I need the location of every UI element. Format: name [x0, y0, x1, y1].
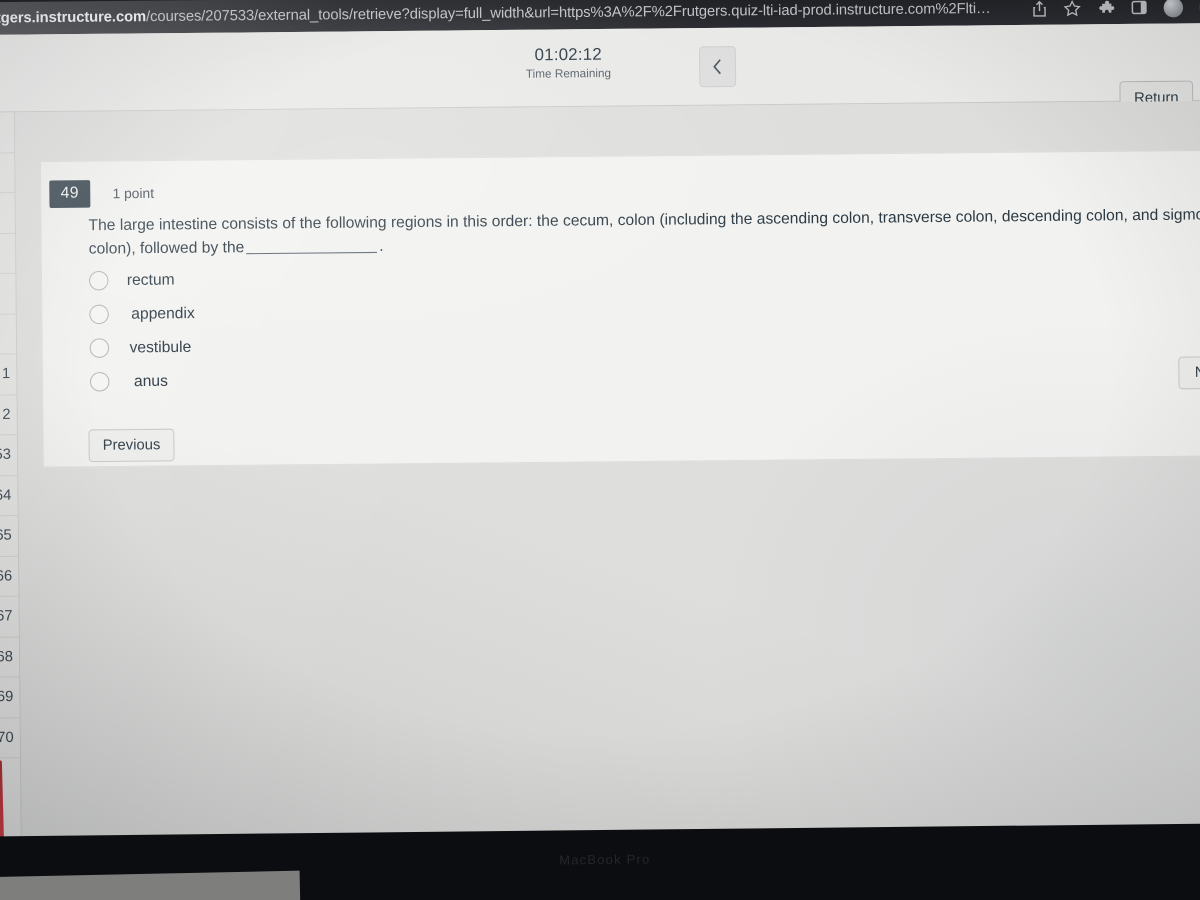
question-header: 49 1 point: [49, 179, 155, 209]
address-bar[interactable]: rutgers.instructure.com /courses/207533/…: [0, 0, 1032, 27]
sidebar-item-5[interactable]: [0, 314, 17, 356]
sidebar-item-11[interactable]: 66: [0, 556, 19, 598]
radio-button-icon[interactable]: [89, 338, 110, 358]
radio-button-icon[interactable]: [88, 270, 109, 291]
question-text-part-2: .: [379, 237, 384, 255]
question-text-part-1: The large intestine consists of the foll…: [88, 206, 1200, 258]
photo-of-laptop-screen: rutgers.instructure.com /courses/207533/…: [0, 0, 1200, 900]
fill-in-blank-line: [246, 251, 378, 254]
answer-option-anus[interactable]: anus: [89, 360, 601, 399]
sidebar-item-6[interactable]: 1: [0, 354, 17, 396]
question-points-label: 1 point: [112, 185, 155, 202]
sidebar-toggle-icon[interactable]: [1131, 0, 1148, 16]
answer-option-label: vestibule: [129, 338, 192, 356]
next-button-bottom[interactable]: Next: [1178, 356, 1200, 390]
radio-button-icon[interactable]: [89, 372, 110, 392]
question-card: 49 1 point The large intestine consists …: [39, 149, 1200, 468]
sidebar-item-10[interactable]: 65: [0, 515, 19, 557]
sidebar-item-number: 66: [0, 567, 13, 585]
sidebar-item-8[interactable]: 53: [0, 435, 18, 477]
sidebar-item-9[interactable]: 64: [0, 475, 18, 517]
laptop-screen: rutgers.instructure.com /courses/207533/…: [0, 0, 1200, 859]
answer-option-appendix[interactable]: appendix: [89, 293, 600, 332]
sidebar-item-number: 69: [0, 689, 14, 706]
question-number-badge: 49: [49, 180, 91, 209]
chevron-left-icon: [713, 59, 721, 75]
sidebar-item-13[interactable]: 68: [0, 637, 20, 679]
answer-option-label: rectum: [126, 270, 175, 289]
answer-option-label: anus: [133, 371, 168, 390]
quiz-content-area: 49 1 point The large intestine consists …: [14, 100, 1200, 859]
sidebar-item-number: 70: [0, 729, 14, 746]
previous-button[interactable]: Previous: [88, 428, 175, 463]
sidebar-item-7[interactable]: 2: [0, 394, 17, 436]
sidebar-item-14[interactable]: 69: [0, 677, 20, 719]
sidebar-item-4[interactable]: [0, 273, 16, 315]
url-domain: rutgers.instructure.com: [0, 8, 147, 27]
sidebar-item-15[interactable]: 70: [0, 717, 21, 759]
answer-option-label: appendix: [131, 304, 195, 323]
sidebar-item-1[interactable]: [0, 152, 15, 194]
radio-button-icon[interactable]: [89, 304, 109, 325]
sidebar-item-number: 53: [0, 446, 12, 464]
answer-option-vestibule[interactable]: vestibule: [89, 326, 601, 365]
sidebar-item-number: 67: [0, 608, 13, 625]
time-remaining-label: Time Remaining: [525, 67, 612, 81]
star-icon[interactable]: [1063, 0, 1081, 17]
profile-avatar-icon[interactable]: [1163, 0, 1184, 17]
sidebar-item-2[interactable]: [0, 193, 16, 235]
url-path: /courses/207533/external_tools/retrieve?…: [145, 0, 991, 26]
sidebar-item-number: 64: [0, 487, 12, 504]
answer-options-list: rectum appendix vestibule anus: [88, 259, 601, 399]
device-model-label: MacBook Pro: [559, 851, 651, 868]
puzzle-piece-icon[interactable]: [1097, 0, 1115, 17]
quiz-timer: 01:02:12 Time Remaining: [526, 45, 611, 82]
collapse-timer-button[interactable]: [699, 46, 737, 88]
sidebar-item-3[interactable]: [0, 233, 16, 275]
browser-toolbar-icons: Up: [1032, 0, 1200, 20]
quiz-toolbar: 01:02:12 Time Remaining: [0, 22, 1200, 113]
question-text: The large intestine consists of the foll…: [88, 204, 1200, 261]
sidebar-item-12[interactable]: 67: [0, 596, 19, 638]
desk-surface: [0, 870, 301, 900]
answer-option-rectum[interactable]: rectum: [88, 259, 600, 298]
sidebar-item-0[interactable]: [0, 112, 15, 154]
sidebar-item-number: 65: [0, 527, 12, 545]
share-icon[interactable]: [1032, 0, 1047, 17]
sidebar-item-number: 68: [0, 648, 14, 666]
sidebar-item-number: 2: [2, 406, 11, 423]
sidebar-item-number: 1: [1, 366, 11, 383]
time-remaining-value: 01:02:12: [534, 45, 602, 65]
